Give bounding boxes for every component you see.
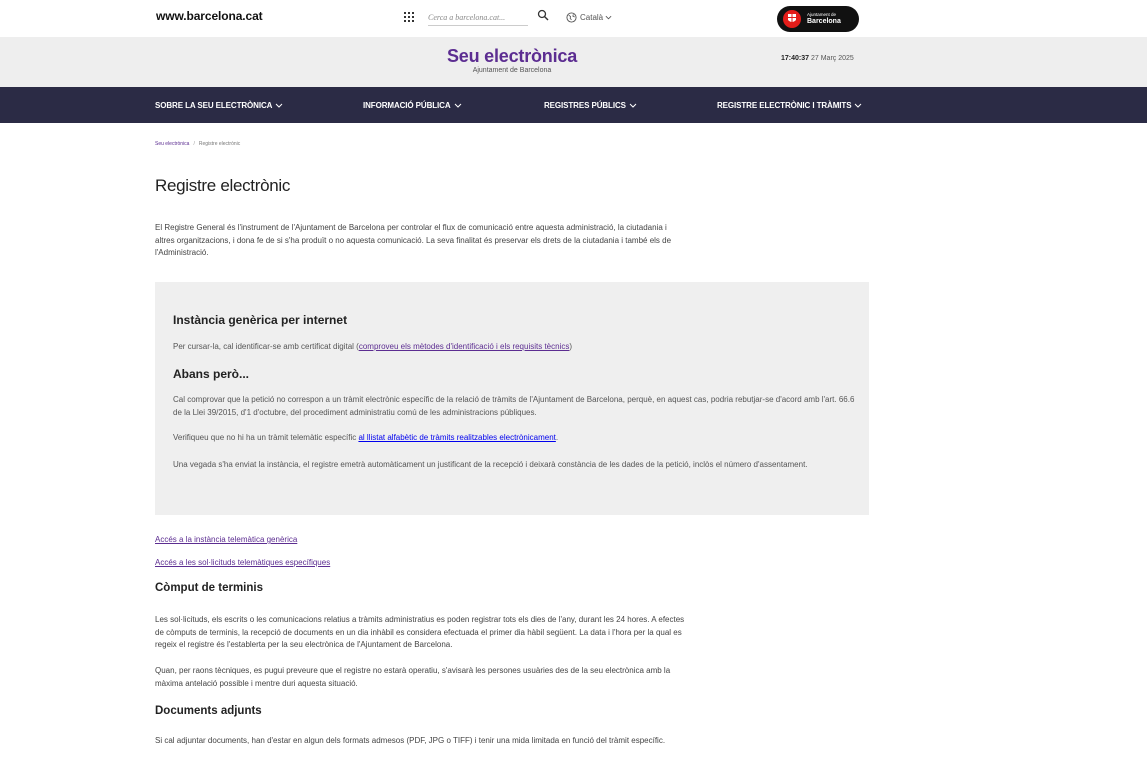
top-bar: www.barcelona.cat Català Ajuntament de <box>0 0 1147 37</box>
barcelona-shield-icon <box>783 10 801 28</box>
chevron-down-icon <box>629 103 637 108</box>
logo-line-2: Barcelona <box>807 18 841 26</box>
breadcrumb-separator: / <box>193 141 195 147</box>
documents-paragraph: Si cal adjuntar documents, han d'estar e… <box>155 736 666 745</box>
box-paragraph-comprovar: Cal comprovar que la petició no correspo… <box>173 395 855 417</box>
text-span: ) <box>569 342 573 351</box>
logo-line-1: Ajuntament de <box>807 11 837 17</box>
box-heading-abans: Abans però... <box>173 367 250 381</box>
site-url-link[interactable]: www.barcelona.cat <box>156 9 263 23</box>
text-span: . <box>555 433 559 442</box>
nav-item-label: REGISTRES PÚBLICS <box>544 100 626 110</box>
nav-item-label: INFORMACIÓ PÚBLICA <box>363 100 451 110</box>
main-nav: SOBRE LA SEU ELECTRÒNICA INFORMACIÓ PÚBL… <box>0 87 1147 123</box>
generic-instance-link[interactable]: Accés a la instància telemàtica genèrica <box>155 535 297 544</box>
nav-item-label: REGISTRE ELECTRÒNIC I TRÀMITS <box>717 100 852 110</box>
nav-item-registres-publics[interactable]: REGISTRES PÚBLICS <box>544 87 637 123</box>
box-paragraph-verifiqueu: Verifiqueu que no hi ha un tràmit telemà… <box>173 433 558 442</box>
box-paragraph-certificat: Per cursar-la, cal identificar-se amb ce… <box>173 342 572 351</box>
site-subtitle: Ajuntament de Barcelona <box>472 67 552 74</box>
nav-item-label: SOBRE LA SEU ELECTRÒNICA <box>155 100 273 110</box>
apps-grid-icon[interactable] <box>404 12 414 22</box>
terminis-paragraph-1: Les sol·licituds, els escrits o les comu… <box>155 615 685 649</box>
globe-icon <box>566 11 577 23</box>
chevron-down-icon <box>454 103 461 108</box>
clock-time: 17:40:37 <box>781 55 810 62</box>
logo-text: Ajuntament de Barcelona <box>807 11 841 26</box>
header-band: Seu electrònica Ajuntament de Barcelona … <box>0 37 1147 87</box>
section-heading-documents: Documents adjunts <box>155 705 262 717</box>
chevron-down-icon <box>605 15 612 19</box>
text-span: Per cursar-la, cal identificar-se amb ce… <box>173 342 359 351</box>
identification-methods-link[interactable]: comproveu els mètodes d'identificació i … <box>359 342 570 351</box>
breadcrumb: Seu electrònica / Registre electrònic <box>155 141 240 147</box>
box-heading-instancia: Instància genèrica per internet <box>173 313 348 327</box>
box-paragraph-justificant: Una vegada s'ha enviat la instància, el … <box>173 460 808 469</box>
clock-date: 27 Març 2025 <box>810 55 854 62</box>
language-label: Català <box>580 12 604 22</box>
text-span: Verifiqueu que no hi ha un tràmit telemà… <box>173 433 359 442</box>
specific-requests-link[interactable]: Accés a les sol·licituds telemàtiques es… <box>155 558 330 567</box>
chevron-down-icon <box>275 103 283 108</box>
page-title: Registre electrònic <box>155 176 291 195</box>
ajuntament-logo[interactable]: Ajuntament de Barcelona <box>777 6 859 32</box>
chevron-down-icon <box>855 103 862 108</box>
nav-item-sobre-seu[interactable]: SOBRE LA SEU ELECTRÒNICA <box>155 87 283 123</box>
breadcrumb-root-link[interactable]: Seu electrònica <box>155 141 189 147</box>
language-selector[interactable]: Català <box>566 10 612 24</box>
alphabetic-list-link[interactable]: al llistat alfabètic de tràmits realitza… <box>358 433 555 442</box>
nav-item-informacio-publica[interactable]: INFORMACIÓ PÚBLICA <box>363 87 462 123</box>
section-heading-terminis: Còmput de terminis <box>155 582 263 594</box>
search-icon[interactable] <box>537 9 549 21</box>
nav-item-registre-electronic[interactable]: REGISTRE ELECTRÒNIC I TRÀMITS <box>717 87 862 123</box>
clock: 17:40:37 27 Març 2025 <box>781 55 854 62</box>
breadcrumb-current: Registre electrònic <box>198 141 241 147</box>
terminis-paragraph-2: Quan, per raons tècniques, es pugui prev… <box>155 666 671 688</box>
search-input[interactable] <box>428 10 528 26</box>
site-title[interactable]: Seu electrònica <box>0 46 1024 67</box>
intro-paragraph: El Registre General és l'instrument de l… <box>155 223 672 257</box>
info-box: Instància genèrica per internet Per curs… <box>155 282 869 515</box>
